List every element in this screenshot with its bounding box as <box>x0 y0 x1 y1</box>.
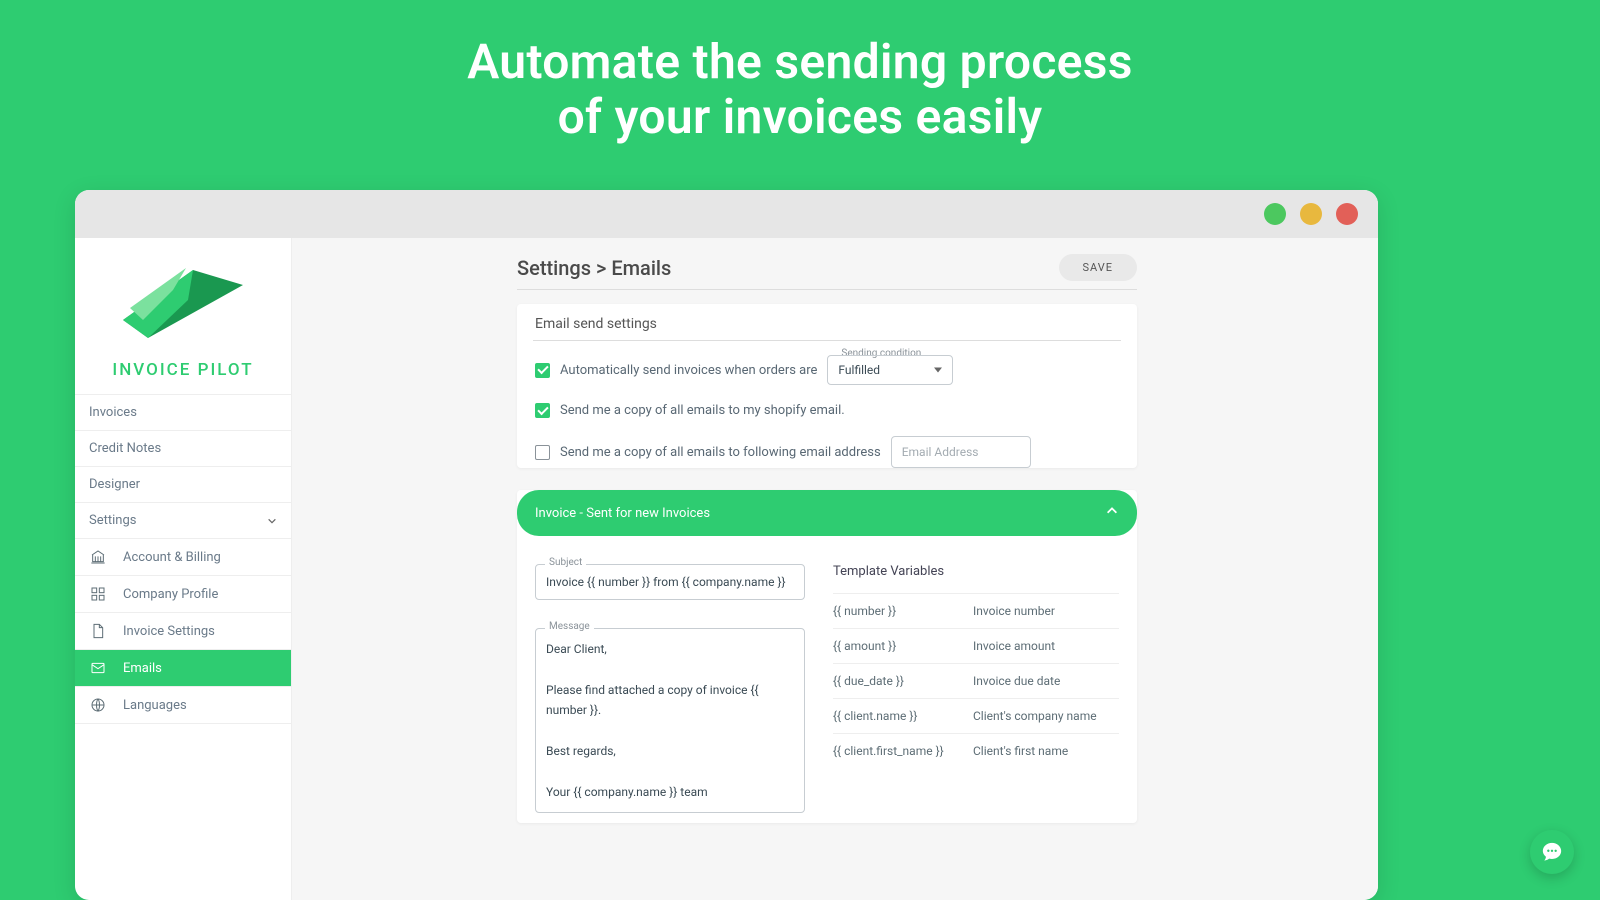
grid-icon <box>89 586 107 602</box>
variable-key: {{ client.name }} <box>833 709 973 723</box>
hero-line-1: Automate the sending process <box>0 34 1600 89</box>
sidebar-item-settings[interactable]: Settings <box>75 503 291 539</box>
invoice-template-card: Invoice - Sent for new Invoices Subject … <box>517 490 1137 823</box>
sidebar-item-label: Settings <box>89 513 136 528</box>
template-variable-row: {{ client.name }}Client's company name <box>833 698 1119 733</box>
auto-send-label: Automatically send invoices when orders … <box>560 363 817 378</box>
logo: INVOICE PILOT <box>75 238 291 395</box>
copy-shopify-label: Send me a copy of all emails to my shopi… <box>560 403 845 418</box>
accordion-title: Invoice - Sent for new Invoices <box>535 506 710 521</box>
sending-condition-select[interactable]: Fulfilled <box>827 355 953 385</box>
mail-icon <box>89 660 107 676</box>
checkbox-auto-send[interactable] <box>535 363 550 378</box>
sidebar-item-designer[interactable]: Designer <box>75 467 291 503</box>
sidebar-item-label: Account & Billing <box>123 550 221 565</box>
main-content: Settings > Emails SAVE Email send settin… <box>292 238 1378 900</box>
window-dot-yellow <box>1300 203 1322 225</box>
variable-desc: Invoice amount <box>973 639 1119 653</box>
globe-icon <box>89 697 107 713</box>
template-variable-row: {{ client.first_name }}Client's first na… <box>833 733 1119 768</box>
brand-name: INVOICE PILOT <box>85 360 281 380</box>
breadcrumb: Settings > Emails <box>517 256 671 280</box>
sidebar-sub-account-billing[interactable]: Account & Billing <box>75 539 291 576</box>
variable-key: {{ number }} <box>833 604 973 618</box>
sidebar-sub-languages[interactable]: Languages <box>75 687 291 724</box>
bank-icon <box>89 549 107 565</box>
subject-float-label: Subject <box>545 557 586 568</box>
template-variable-row: {{ amount }}Invoice amount <box>833 628 1119 663</box>
file-icon <box>89 623 107 639</box>
sidebar-sub-emails[interactable]: Emails <box>75 650 291 687</box>
variable-key: {{ client.first_name }} <box>833 744 973 758</box>
template-variable-row: {{ due_date }}Invoice due date <box>833 663 1119 698</box>
logo-icon <box>118 260 248 350</box>
window-dot-green <box>1264 203 1286 225</box>
sidebar: INVOICE PILOT Invoices Credit Notes Desi… <box>75 238 292 900</box>
checkbox-copy-custom[interactable] <box>535 445 550 460</box>
message-textarea[interactable]: Dear Client, Please find attached a copy… <box>535 628 805 813</box>
sidebar-item-label: Languages <box>123 698 187 713</box>
sidebar-item-label: Invoice Settings <box>123 624 215 639</box>
app-window: INVOICE PILOT Invoices Credit Notes Desi… <box>75 190 1378 900</box>
variable-key: {{ amount }} <box>833 639 973 653</box>
sidebar-sub-invoice-settings[interactable]: Invoice Settings <box>75 613 291 650</box>
variable-desc: Invoice due date <box>973 674 1119 688</box>
message-float-label: Message <box>545 621 594 632</box>
checkbox-copy-shopify[interactable] <box>535 403 550 418</box>
window-chrome <box>75 190 1378 238</box>
variable-desc: Client's company name <box>973 709 1119 723</box>
save-button[interactable]: SAVE <box>1059 254 1138 281</box>
window-dot-red <box>1336 203 1358 225</box>
email-address-input[interactable] <box>891 436 1031 468</box>
chevron-up-icon <box>1105 504 1119 522</box>
chat-icon <box>1541 841 1563 863</box>
email-send-settings-card: Email send settings Automatically send i… <box>517 304 1137 468</box>
variable-desc: Invoice number <box>973 604 1119 618</box>
card-title: Email send settings <box>533 304 1121 341</box>
hero-line-2: of your invoices easily <box>0 89 1600 144</box>
template-variables-title: Template Variables <box>833 564 1119 579</box>
template-variable-row: {{ number }}Invoice number <box>833 593 1119 628</box>
variable-desc: Client's first name <box>973 744 1119 758</box>
chevron-down-icon <box>267 516 277 526</box>
sidebar-item-credit-notes[interactable]: Credit Notes <box>75 431 291 467</box>
subject-input[interactable] <box>535 564 805 600</box>
variable-key: {{ due_date }} <box>833 674 973 688</box>
sidebar-item-invoices[interactable]: Invoices <box>75 395 291 431</box>
chat-widget-button[interactable] <box>1530 830 1574 874</box>
sidebar-sub-company-profile[interactable]: Company Profile <box>75 576 291 613</box>
accordion-header[interactable]: Invoice - Sent for new Invoices <box>517 490 1137 536</box>
sidebar-item-label: Emails <box>123 661 162 676</box>
sidebar-item-label: Company Profile <box>123 587 218 602</box>
copy-custom-label: Send me a copy of all emails to followin… <box>560 445 881 460</box>
